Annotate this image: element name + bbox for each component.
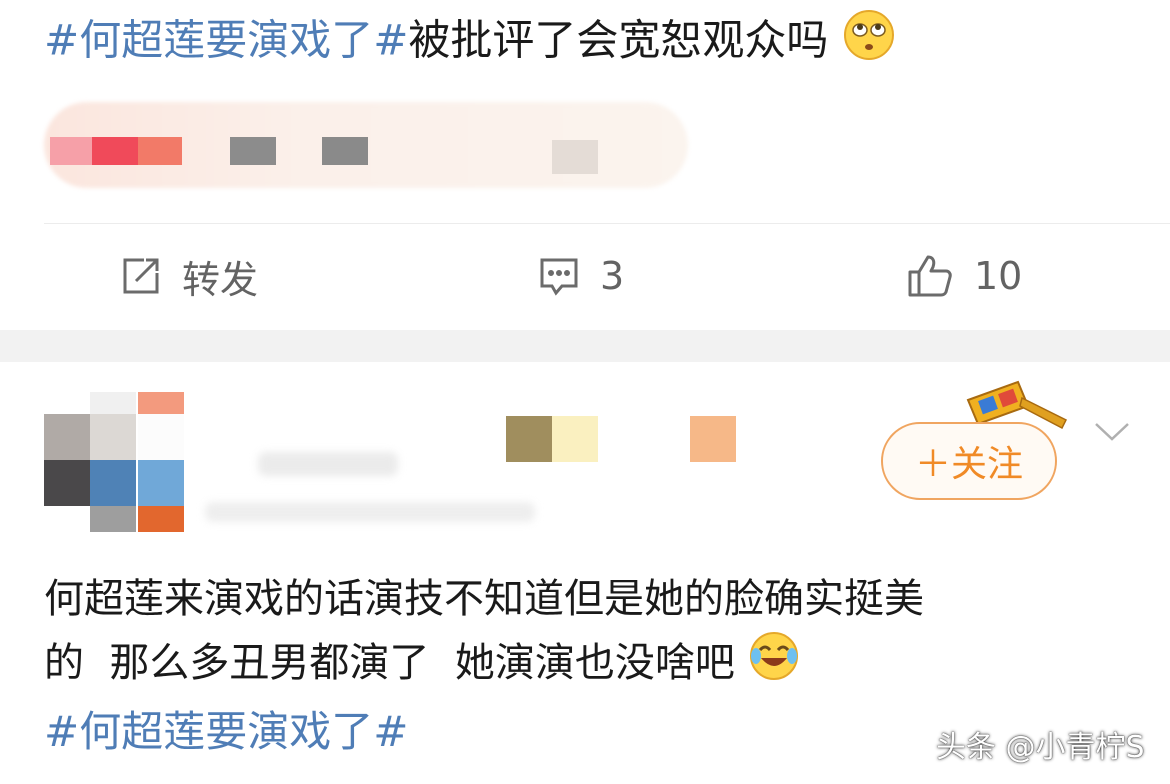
like-button[interactable]: 10	[906, 240, 1022, 312]
repost-icon	[120, 255, 162, 297]
comment-line: 何超莲来演戏的话演技不知道但是她的脸确实挺美	[44, 576, 924, 622]
comment-body: 何超莲来演戏的话演技不知道但是她的脸确实挺美 的 那么多丑男都演了 她演演也没啥…	[44, 568, 1144, 700]
redacted-block	[552, 416, 598, 462]
post-hashtag-link[interactable]: #何超莲要演戏了#	[44, 16, 408, 65]
thumbs-up-icon	[906, 252, 954, 300]
post-card: #何超莲要演戏了#被批评了会宽恕观众吗 转发 3 10	[0, 0, 1170, 330]
avatar[interactable]	[44, 392, 184, 532]
comment-hashtag-link[interactable]: #何超莲要演戏了#	[44, 704, 408, 760]
section-separator	[0, 330, 1170, 362]
comment-icon	[538, 255, 580, 297]
post-body: 被批评了会宽恕观众吗	[408, 15, 829, 65]
follow-button[interactable]: ＋关注	[881, 422, 1057, 500]
redacted-block	[552, 140, 598, 174]
like-count: 10	[974, 254, 1023, 298]
redacted-block	[230, 137, 276, 165]
username-redacted	[258, 452, 398, 476]
action-bar: 转发 3 10	[0, 240, 1170, 312]
repost-label: 转发	[182, 257, 259, 302]
chevron-down-icon[interactable]	[1094, 422, 1130, 446]
comment-line: 的 那么多丑男都演了 她演演也没啥吧	[44, 630, 1144, 700]
post-meta-redacted	[205, 502, 535, 522]
divider	[44, 223, 1170, 224]
redacted-block	[50, 137, 92, 165]
comment-button[interactable]: 3	[538, 240, 624, 312]
post-text: #何超莲要演戏了#被批评了会宽恕观众吗	[44, 8, 896, 78]
repost-button[interactable]: 转发	[120, 240, 258, 312]
comment-text: 的 那么多丑男都演了 她演演也没啥吧	[44, 640, 735, 686]
comment-count: 3	[600, 254, 625, 298]
eye-roll-emoji-icon	[842, 8, 896, 78]
watermark: 头条 @小青柠S	[936, 730, 1145, 765]
redacted-block	[322, 137, 368, 165]
redacted-block	[506, 416, 552, 462]
comment-card: ＋关注 何超莲来演戏的话演技不知道但是她的脸确实挺美 的 那么多丑男都演了 她演…	[0, 362, 1170, 784]
redacted-block	[138, 137, 182, 165]
laugh-cry-emoji-icon	[748, 630, 800, 700]
redacted-block	[92, 137, 138, 165]
redacted-block	[690, 416, 736, 462]
